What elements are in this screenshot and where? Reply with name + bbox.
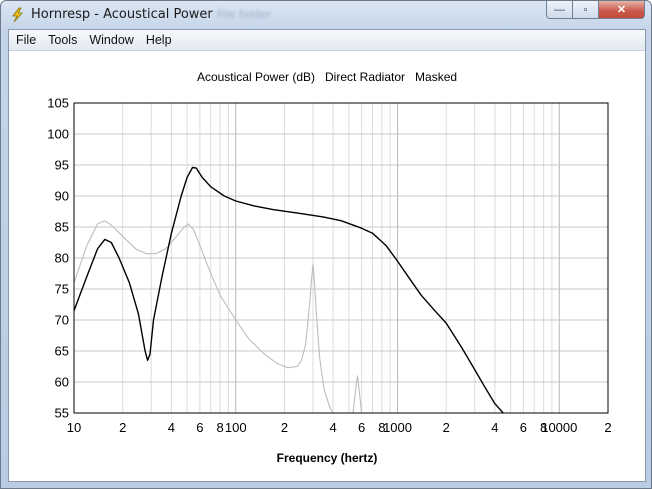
series-line-masked <box>73 220 363 414</box>
acoustical-power-chart: Acoustical Power (dB) Direct Radiator Ma… <box>47 70 612 465</box>
y-tick-label: 105 <box>47 96 69 111</box>
maximize-button[interactable]: ▫ <box>573 1 599 19</box>
menu-window[interactable]: Window <box>84 33 138 47</box>
x-tick-label: 6 <box>358 420 365 435</box>
x-tick-label: 6 <box>520 420 527 435</box>
client-area: File Tools Window Help Acoustical Power … <box>8 29 646 482</box>
series-line-power <box>73 166 504 414</box>
x-tick-label: 4 <box>330 420 337 435</box>
x-axis-ticks: 10 2 4 6 8 100 2 4 6 81000 2 4 6 810000 2 <box>67 420 612 435</box>
maximize-icon: ▫ <box>583 3 588 16</box>
x-tick-label: 10 <box>67 420 81 435</box>
x-tick-label: 4 <box>491 420 498 435</box>
window-controls: — ▫ ✕ <box>546 1 645 20</box>
x-tick-label: 6 <box>196 420 203 435</box>
x-tick-label: 4 <box>168 420 175 435</box>
y-tick-label: 55 <box>55 406 69 421</box>
menu-file[interactable]: File <box>11 33 41 47</box>
x-tick-label: 1000 <box>383 420 412 435</box>
x-tick-label: 2 <box>281 420 288 435</box>
y-tick-label: 75 <box>55 282 69 297</box>
x-tick-label: 2 <box>604 420 611 435</box>
menu-tools[interactable]: Tools <box>43 33 82 47</box>
chart-grid <box>74 103 608 413</box>
menu-bar: File Tools Window Help <box>9 30 645 51</box>
background-window-text: File folder <box>217 8 271 21</box>
chart-series <box>73 166 504 414</box>
y-tick-label: 60 <box>55 375 69 390</box>
minimize-button[interactable]: — <box>546 1 573 19</box>
y-tick-label: 90 <box>55 189 69 204</box>
lightning-icon <box>12 7 23 23</box>
y-tick-label: 100 <box>47 127 69 142</box>
y-tick-label: 85 <box>55 220 69 235</box>
y-tick-label: 80 <box>55 251 69 266</box>
app-window: Hornresp - Acoustical Power File folder … <box>0 0 652 489</box>
x-tick-label: 2 <box>443 420 450 435</box>
x-tick-label: 100 <box>225 420 247 435</box>
y-tick-label: 70 <box>55 313 69 328</box>
title-bar[interactable]: Hornresp - Acoustical Power File folder … <box>1 1 651 29</box>
x-tick-label: 2 <box>119 420 126 435</box>
x-tick-label: 10000 <box>541 420 577 435</box>
chart-title: Acoustical Power (dB) Direct Radiator Ma… <box>197 70 457 84</box>
menu-help[interactable]: Help <box>141 33 177 47</box>
window-title: Hornresp - Acoustical Power <box>31 7 213 22</box>
y-axis-ticks: 105 100 95 90 85 80 75 70 65 60 55 <box>47 96 69 421</box>
close-icon: ✕ <box>616 4 627 16</box>
y-tick-label: 95 <box>55 158 69 173</box>
close-button[interactable]: ✕ <box>599 1 645 19</box>
x-axis-label: Frequency (hertz) <box>277 451 378 465</box>
minimize-icon: — <box>554 3 565 16</box>
y-tick-label: 65 <box>55 344 69 359</box>
x-tick-label: 8 <box>216 420 223 435</box>
